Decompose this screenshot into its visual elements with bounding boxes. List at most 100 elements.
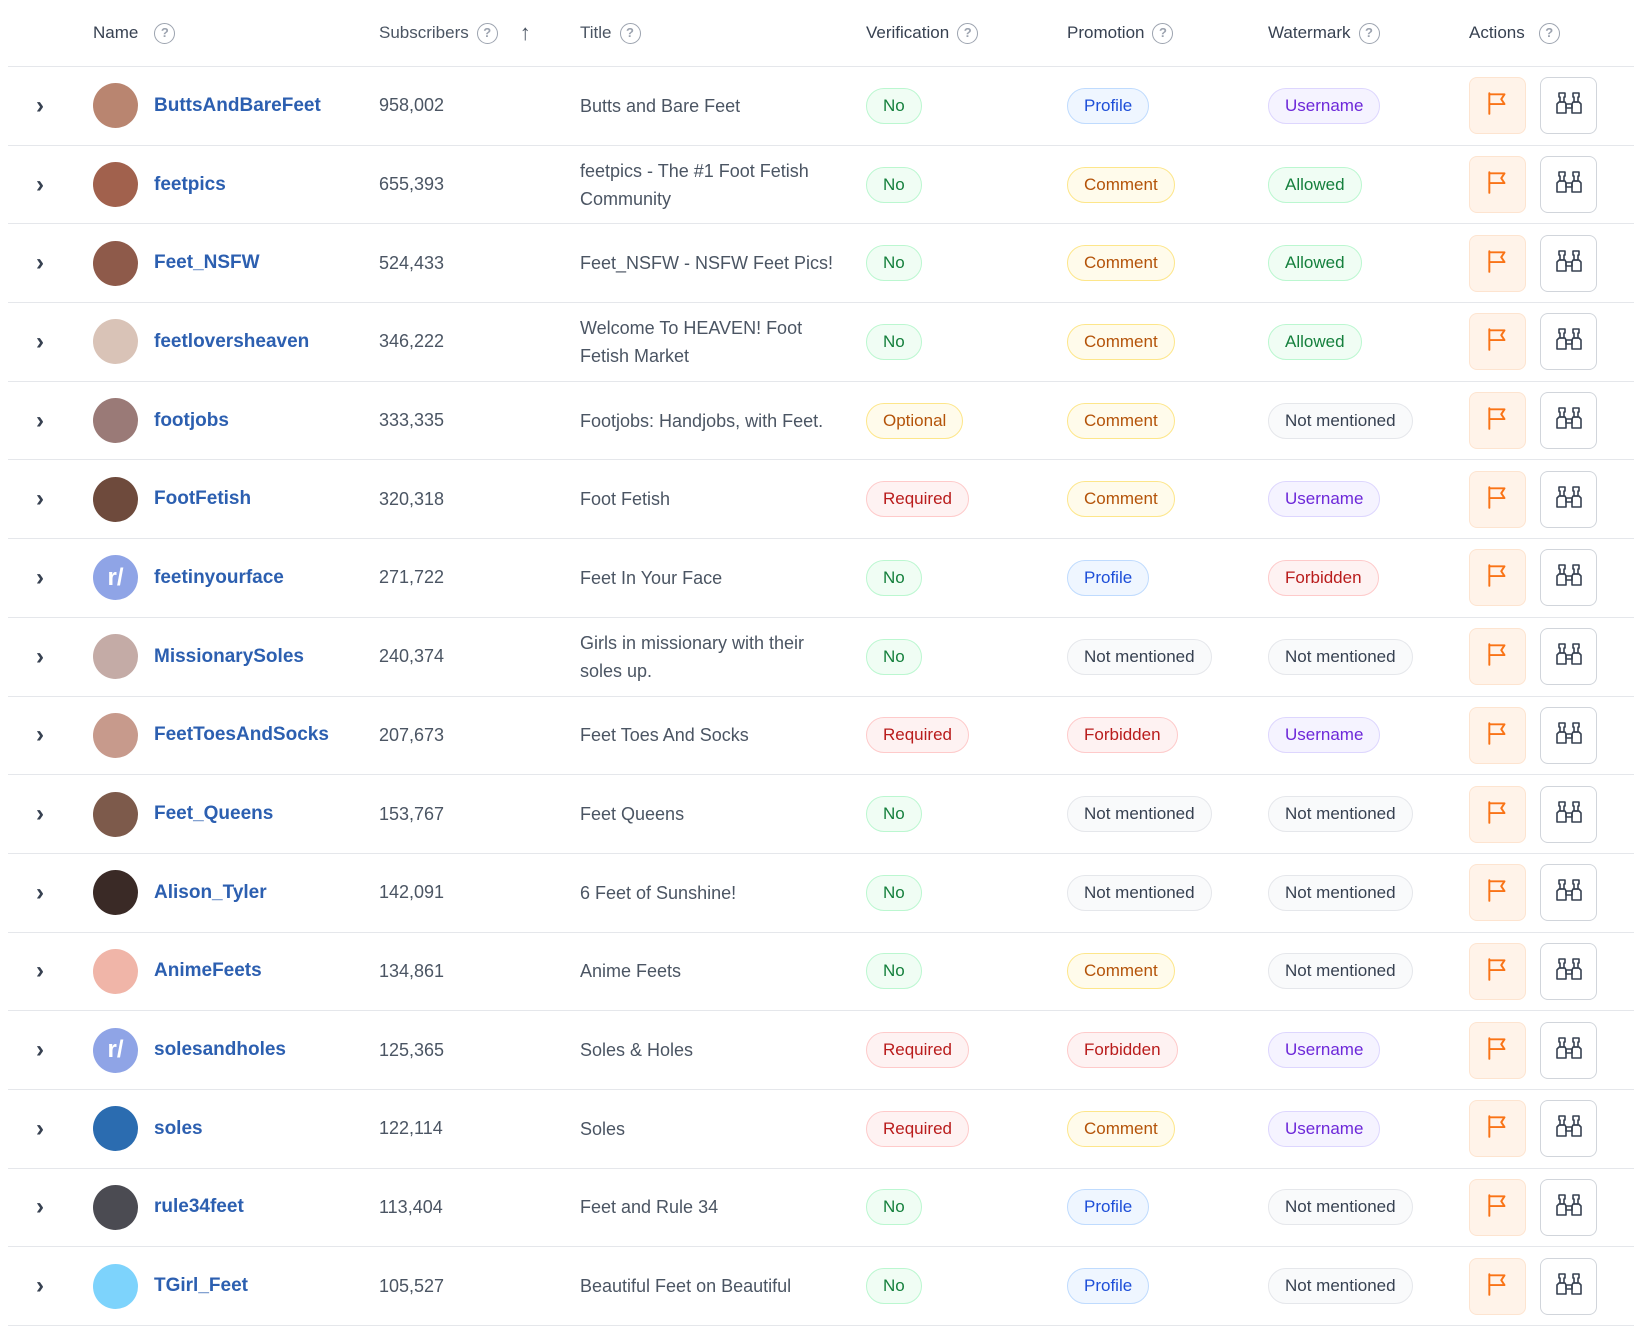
subreddit-link[interactable]: solesandholes xyxy=(154,1039,286,1061)
inspect-button[interactable] xyxy=(1540,1021,1597,1079)
chevron-right-icon[interactable]: › xyxy=(36,485,44,512)
header-promotion[interactable]: Promotion ? xyxy=(1067,22,1268,44)
inspect-button[interactable] xyxy=(1540,942,1597,1000)
table-row[interactable]: › rule34feet 113,404 Feet and Rule 34 No… xyxy=(8,1169,1634,1248)
table-row[interactable]: › soles 122,114 Soles Required Comment U… xyxy=(8,1090,1634,1169)
report-button[interactable] xyxy=(1469,470,1526,528)
header-watermark[interactable]: Watermark ? xyxy=(1268,22,1469,44)
inspect-button[interactable] xyxy=(1540,313,1597,371)
inspect-button[interactable] xyxy=(1540,77,1597,135)
subreddit-link[interactable]: FootFetish xyxy=(154,488,251,510)
report-button[interactable] xyxy=(1469,234,1526,292)
expand-cell: › xyxy=(8,328,93,356)
help-icon[interactable]: ? xyxy=(1152,22,1174,44)
subreddit-link[interactable]: feetpics xyxy=(154,174,226,196)
subreddit-link[interactable]: FeetToesAndSocks xyxy=(154,724,329,746)
title-cell: Anime Feets xyxy=(580,961,682,982)
subreddit-link[interactable]: AnimeFeets xyxy=(154,960,262,982)
subreddit-link[interactable]: Feet_Queens xyxy=(154,803,273,825)
subreddit-link[interactable]: Alison_Tyler xyxy=(154,882,267,904)
chevron-right-icon[interactable]: › xyxy=(36,800,44,827)
report-button[interactable] xyxy=(1469,785,1526,843)
subreddit-link[interactable]: TGirl_Feet xyxy=(154,1275,248,1297)
chevron-right-icon[interactable]: › xyxy=(36,407,44,434)
report-button[interactable] xyxy=(1469,1100,1526,1158)
table-row[interactable]: › MissionarySoles 240,374 Girls in missi… xyxy=(8,618,1634,697)
chevron-right-icon[interactable]: › xyxy=(36,957,44,984)
chevron-right-icon[interactable]: › xyxy=(36,1115,44,1142)
subreddit-link[interactable]: rule34feet xyxy=(154,1196,244,1218)
inspect-button[interactable] xyxy=(1540,1178,1597,1236)
header-name[interactable]: Name ? xyxy=(93,22,379,44)
report-button[interactable] xyxy=(1469,942,1526,1000)
header-subscribers[interactable]: Subscribers ? ↑ xyxy=(379,22,580,44)
inspect-button[interactable] xyxy=(1540,864,1597,922)
inspect-button[interactable] xyxy=(1540,549,1597,607)
chevron-right-icon[interactable]: › xyxy=(36,328,44,355)
table-row[interactable]: › footjobs 333,335 Footjobs: Handjobs, w… xyxy=(8,382,1634,461)
inspect-button[interactable] xyxy=(1540,1100,1597,1158)
report-button[interactable] xyxy=(1469,392,1526,450)
table-row[interactable]: › TGirl_Feet 105,527 Beautiful Feet on B… xyxy=(8,1247,1634,1326)
table-row[interactable]: › FootFetish 320,318 Foot Fetish Require… xyxy=(8,460,1634,540)
chevron-right-icon[interactable]: › xyxy=(36,1272,44,1299)
inspect-button[interactable] xyxy=(1540,706,1597,764)
chevron-right-icon[interactable]: › xyxy=(36,1036,44,1063)
chevron-right-icon[interactable]: › xyxy=(36,721,44,748)
table-row[interactable]: › r/ feetinyourface 271,722 Feet In Your… xyxy=(8,539,1634,618)
table-row[interactable]: › feetpics 655,393 feetpics - The #1 Foo… xyxy=(8,146,1634,225)
report-button[interactable] xyxy=(1469,1178,1526,1236)
inspect-button[interactable] xyxy=(1540,470,1597,528)
table-row[interactable]: › Feet_NSFW 524,433 Feet_NSFW - NSFW Fee… xyxy=(8,224,1634,304)
table-row[interactable]: › FeetToesAndSocks 207,673 Feet Toes And… xyxy=(8,697,1634,776)
subreddit-link[interactable]: soles xyxy=(154,1118,203,1140)
subreddit-link[interactable]: MissionarySoles xyxy=(154,646,304,668)
report-button[interactable] xyxy=(1469,549,1526,607)
header-title[interactable]: Title ? xyxy=(580,19,866,47)
table-row[interactable]: › AnimeFeets 134,861 Anime Feets No Comm… xyxy=(8,933,1634,1012)
header-verification[interactable]: Verification ? xyxy=(866,22,1067,44)
inspect-button[interactable] xyxy=(1540,156,1597,214)
help-icon[interactable]: ? xyxy=(154,22,176,44)
inspect-button[interactable] xyxy=(1540,628,1597,686)
help-icon[interactable]: ? xyxy=(957,22,979,44)
table-row[interactable]: › r/ solesandholes 125,365 Soles & Holes… xyxy=(8,1011,1634,1090)
subreddit-link[interactable]: feetinyourface xyxy=(154,567,284,589)
subreddit-link[interactable]: ButtsAndBareFeet xyxy=(154,95,321,117)
inspect-button[interactable] xyxy=(1540,1257,1597,1315)
report-button[interactable] xyxy=(1469,156,1526,214)
chevron-right-icon[interactable]: › xyxy=(36,249,44,276)
table-row[interactable]: › ButtsAndBareFeet 958,002 Butts and Bar… xyxy=(8,67,1634,146)
table-row[interactable]: › feetloversheaven 346,222 Welcome To HE… xyxy=(8,303,1634,382)
subreddit-link[interactable]: footjobs xyxy=(154,410,229,432)
inspect-button[interactable] xyxy=(1540,234,1597,292)
report-button[interactable] xyxy=(1469,1021,1526,1079)
help-icon[interactable]: ? xyxy=(1538,22,1560,44)
watermark-cell: Not mentioned xyxy=(1268,1189,1469,1226)
binoculars-icon xyxy=(1554,1271,1584,1302)
table-row[interactable]: › Alison_Tyler 142,091 6 Feet of Sunshin… xyxy=(8,854,1634,933)
chevron-right-icon[interactable]: › xyxy=(36,879,44,906)
chevron-right-icon[interactable]: › xyxy=(36,1193,44,1220)
chevron-right-icon[interactable]: › xyxy=(36,171,44,198)
expand-cell: › xyxy=(8,1272,93,1300)
chevron-right-icon[interactable]: › xyxy=(36,564,44,591)
report-button[interactable] xyxy=(1469,77,1526,135)
table-row[interactable]: › Feet_Queens 153,767 Feet Queens No Not… xyxy=(8,775,1634,854)
report-button[interactable] xyxy=(1469,864,1526,922)
subreddit-link[interactable]: Feet_NSFW xyxy=(154,252,260,274)
help-icon[interactable]: ? xyxy=(1358,22,1380,44)
report-button[interactable] xyxy=(1469,313,1526,371)
report-button[interactable] xyxy=(1469,706,1526,764)
report-button[interactable] xyxy=(1469,628,1526,686)
help-icon[interactable]: ? xyxy=(476,22,498,44)
help-icon[interactable]: ? xyxy=(619,22,641,44)
chevron-right-icon[interactable]: › xyxy=(36,643,44,670)
chevron-right-icon[interactable]: › xyxy=(36,92,44,119)
subreddit-link[interactable]: feetloversheaven xyxy=(154,331,309,353)
sort-ascending-icon[interactable]: ↑ xyxy=(520,22,531,44)
inspect-button[interactable] xyxy=(1540,785,1597,843)
report-button[interactable] xyxy=(1469,1257,1526,1315)
watermark-cell: Not mentioned xyxy=(1268,402,1469,439)
inspect-button[interactable] xyxy=(1540,392,1597,450)
